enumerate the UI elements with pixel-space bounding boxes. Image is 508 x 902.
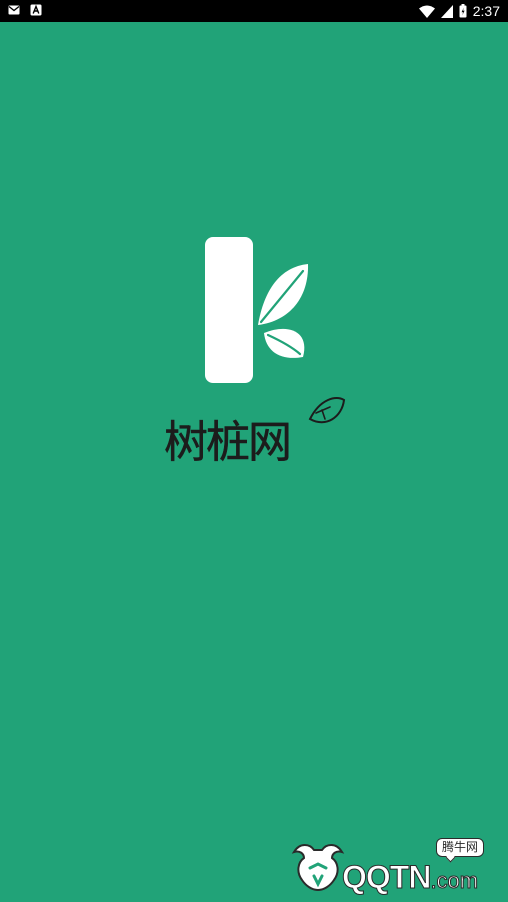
splash-logo: 树桩网 — [164, 237, 346, 468]
status-left — [8, 4, 42, 16]
watermark-badge: 腾牛网 — [436, 838, 485, 857]
brand-name: 树桩网 — [164, 417, 290, 468]
bull-logo-icon — [291, 844, 345, 892]
wifi-icon — [418, 5, 435, 18]
watermark-text: QQTN.com — [341, 859, 479, 898]
mail-icon — [8, 5, 20, 15]
battery-icon — [459, 4, 467, 18]
app-a-icon — [30, 4, 42, 16]
status-bar: 2:37 — [0, 0, 508, 22]
signal-icon — [440, 4, 453, 18]
qqtn-watermark: QQTN.com 腾牛网 — [290, 838, 500, 898]
tree-stump-k-logo-icon — [205, 237, 309, 383]
status-right: 2:37 — [418, 0, 500, 22]
watermark-brand: QQTN — [341, 859, 431, 895]
status-clock: 2:37 — [472, 3, 500, 19]
small-leaf-icon — [308, 397, 346, 424]
watermark-suffix: .com — [430, 868, 479, 894]
